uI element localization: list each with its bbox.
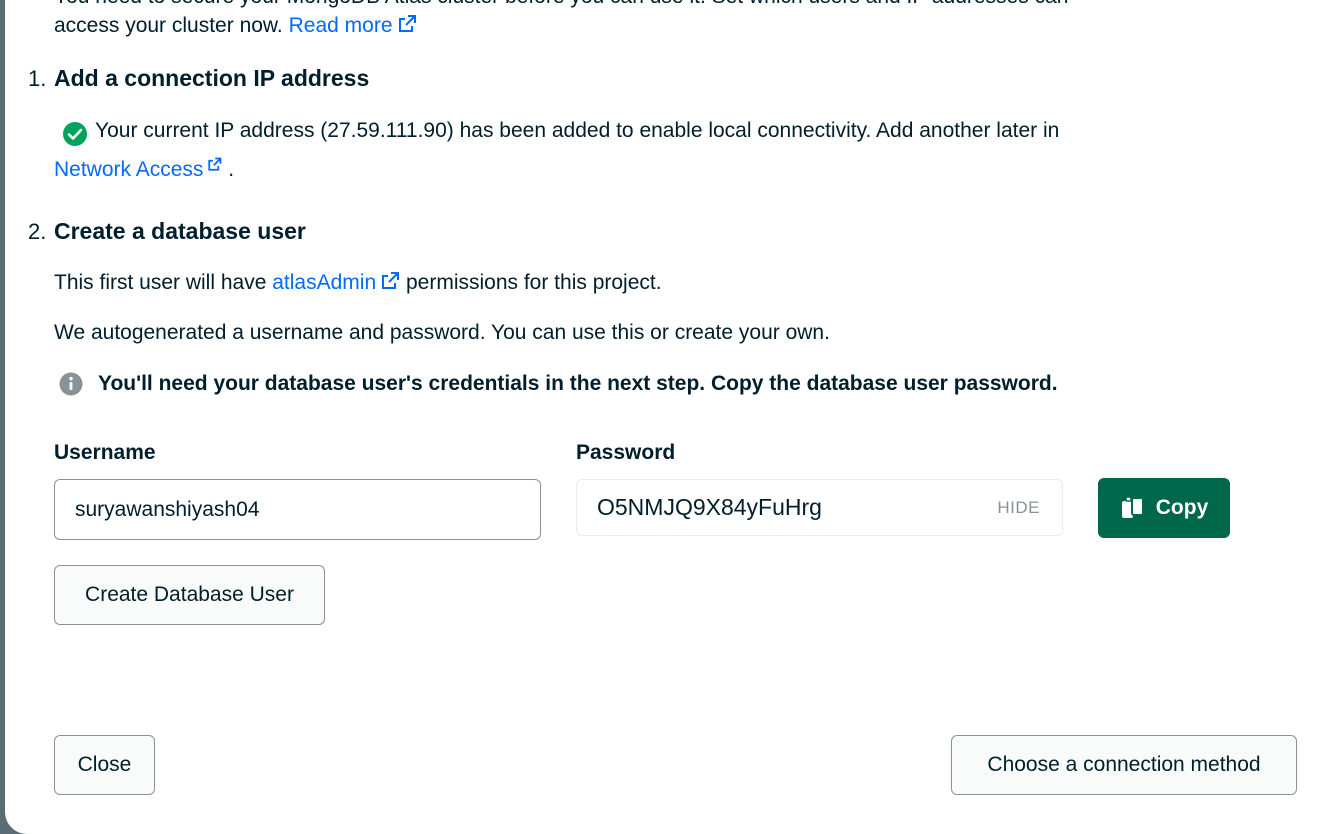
read-more-label: Read more xyxy=(288,14,393,37)
permissions-line: This first user will have atlasAdmin per… xyxy=(54,270,662,296)
external-link-icon xyxy=(398,15,416,32)
password-input[interactable]: O5NMJQ9X84yFuHrg HIDE xyxy=(576,479,1063,536)
username-input[interactable]: suryawanshiyash04 xyxy=(54,479,541,540)
step1-tail: . xyxy=(228,158,235,181)
check-circle-icon xyxy=(63,122,87,146)
atlas-admin-link[interactable]: atlasAdmin xyxy=(272,271,400,294)
create-database-user-label: Create Database User xyxy=(85,583,294,606)
choose-connection-method-button[interactable]: Choose a connection method xyxy=(951,735,1297,795)
step1-title: Add a connection IP address xyxy=(54,65,370,91)
info-message: You'll need your database user's credent… xyxy=(98,372,1058,395)
info-icon xyxy=(59,372,83,396)
permissions-prefix: This first user will have xyxy=(54,271,267,294)
hide-password-button[interactable]: HIDE xyxy=(997,480,1040,535)
copy-icon xyxy=(1121,496,1144,518)
step1-link-line: Network Access . xyxy=(54,157,234,183)
network-access-label: Network Access xyxy=(54,158,204,181)
autogen-text: We autogenerated a username and password… xyxy=(54,321,830,344)
intro-clipped-text: You need to secure your MongoDB Atlas cl… xyxy=(54,0,1068,8)
choose-connection-method-label: Choose a connection method xyxy=(987,753,1261,776)
password-label: Password xyxy=(576,441,676,464)
intro-line: access your cluster now. Read more xyxy=(54,13,417,39)
password-value: O5NMJQ9X84yFuHrg xyxy=(597,494,822,520)
intro-text: access your cluster now. xyxy=(54,14,283,37)
modal-dialog: You need to secure your MongoDB Atlas cl… xyxy=(5,0,1343,834)
username-value: suryawanshiyash04 xyxy=(75,497,260,521)
atlas-admin-label: atlasAdmin xyxy=(272,271,377,294)
step2-number: 2. xyxy=(28,219,47,244)
step2-title: Create a database user xyxy=(54,218,306,244)
create-database-user-button[interactable]: Create Database User xyxy=(54,565,325,625)
copy-label: Copy xyxy=(1155,496,1209,519)
copy-password-button[interactable]: Copy xyxy=(1098,478,1230,538)
network-access-link[interactable]: Network Access xyxy=(54,157,222,181)
intro-clipped-line: You need to secure your MongoDB Atlas cl… xyxy=(54,0,1068,10)
close-label: Close xyxy=(77,753,132,776)
permissions-suffix: permissions for this project. xyxy=(405,271,662,294)
step1-message: Your current IP address (27.59.111.90) h… xyxy=(95,119,1060,142)
external-link-icon xyxy=(208,157,222,171)
username-label: Username xyxy=(54,441,156,464)
close-button[interactable]: Close xyxy=(54,735,155,795)
read-more-link[interactable]: Read more xyxy=(289,14,417,37)
step1-number: 1. xyxy=(28,66,47,91)
external-link-icon xyxy=(382,272,400,289)
